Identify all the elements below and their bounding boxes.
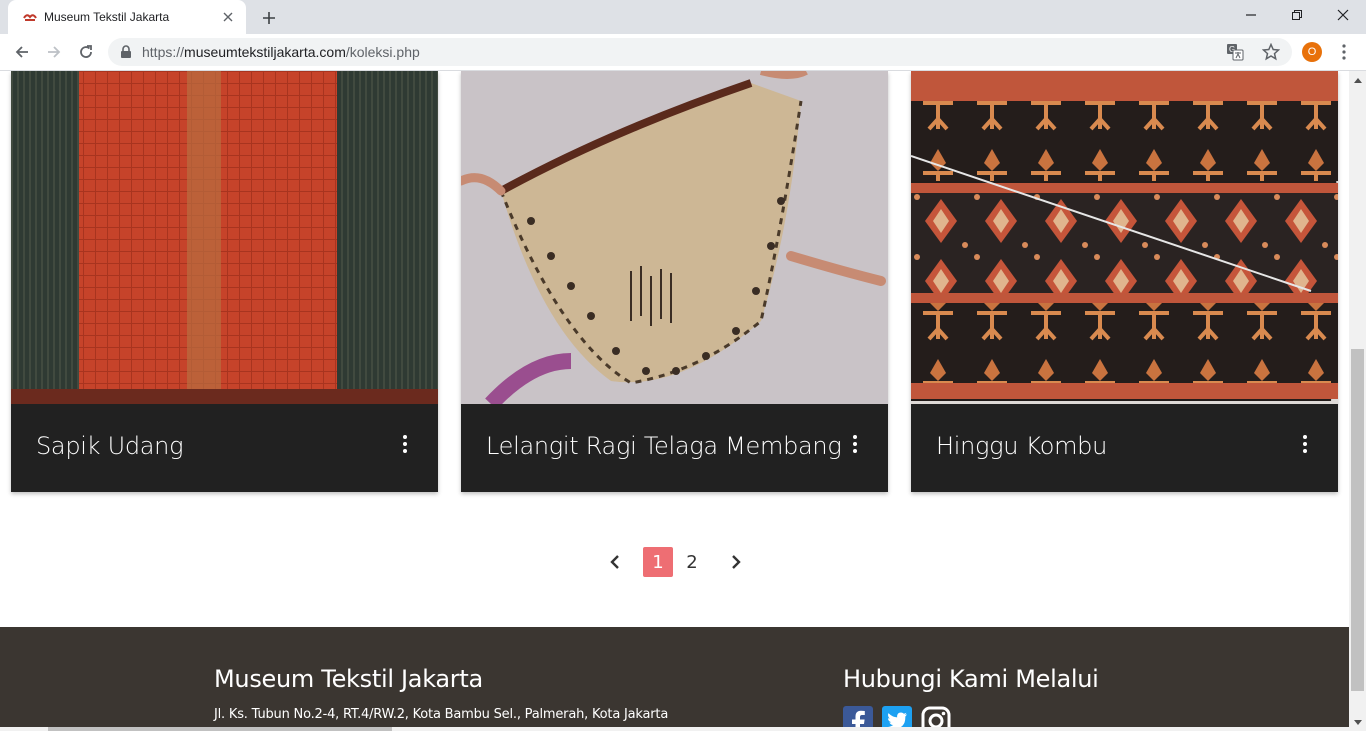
- page-viewport: Sapik Udang Lelangit Ragi Telaga Membang…: [0, 71, 1349, 731]
- textile-image[interactable]: [461, 71, 888, 404]
- contact-heading: Hubungi Kami Melalui: [843, 665, 1099, 693]
- chevron-left-icon[interactable]: [600, 547, 630, 577]
- bookmark-star-icon[interactable]: [1261, 42, 1281, 66]
- tab-title: Museum Tekstil Jakarta: [44, 10, 170, 24]
- collection-card[interactable]: Sapik Udang: [11, 71, 438, 492]
- chevron-right-icon[interactable]: [721, 547, 751, 577]
- url-text: https://museumtekstiljakarta.com/koleksi…: [142, 44, 420, 60]
- card-footer: Lelangit Ragi Telaga Membang: [461, 404, 888, 492]
- card-title[interactable]: Sapik Udang: [36, 432, 184, 460]
- new-tab-icon[interactable]: [258, 7, 280, 29]
- page-link-2[interactable]: 2: [677, 547, 707, 577]
- browser-toolbar: https://museumtekstiljakarta.com/koleksi…: [0, 34, 1366, 71]
- browser-tab[interactable]: Museum Tekstil Jakarta: [8, 0, 246, 34]
- site-favicon-icon: [22, 9, 38, 25]
- close-window-icon[interactable]: [1320, 0, 1366, 30]
- page-link-1[interactable]: 1: [643, 547, 673, 577]
- browser-menu-icon[interactable]: [1334, 40, 1354, 64]
- scroll-up-icon[interactable]: [1349, 71, 1366, 88]
- more-vert-icon[interactable]: [397, 432, 413, 456]
- scrollbar-thumb[interactable]: [1351, 349, 1364, 691]
- textile-image[interactable]: [911, 71, 1338, 404]
- textile-image[interactable]: [11, 71, 438, 404]
- horizontal-scrollbar-thumb[interactable]: [48, 727, 392, 731]
- lock-icon: [120, 45, 132, 64]
- card-footer: Sapik Udang: [11, 404, 438, 492]
- collection-card[interactable]: Lelangit Ragi Telaga Membang: [461, 71, 888, 492]
- horizontal-scrollbar[interactable]: [0, 727, 1366, 731]
- card-footer: Hinggu Kombu: [911, 404, 1338, 492]
- card-title[interactable]: Hinggu Kombu: [936, 432, 1107, 460]
- card-title[interactable]: Lelangit Ragi Telaga Membang: [486, 432, 842, 460]
- more-vert-icon[interactable]: [1297, 432, 1313, 456]
- restore-icon[interactable]: [1274, 0, 1320, 30]
- site-footer: Museum Tekstil Jakarta Jl. Ks. Tubun No.…: [0, 627, 1349, 731]
- profile-avatar[interactable]: O: [1302, 42, 1322, 62]
- footer-museum-name: Museum Tekstil Jakarta: [214, 665, 483, 693]
- tab-strip: Museum Tekstil Jakarta: [0, 0, 1366, 34]
- tab-close-icon[interactable]: [220, 9, 236, 25]
- minimize-icon[interactable]: [1228, 0, 1274, 30]
- pagination: 1 2: [600, 547, 751, 577]
- address-bar[interactable]: https://museumtekstiljakarta.com/koleksi…: [108, 38, 1292, 66]
- forward-icon[interactable]: [40, 38, 68, 66]
- translate-icon[interactable]: G: [1226, 43, 1244, 66]
- footer-address: Jl. Ks. Tubun No.2-4, RT.4/RW.2, Kota Ba…: [214, 707, 669, 722]
- collection-card[interactable]: Hinggu Kombu: [911, 71, 1338, 492]
- more-vert-icon[interactable]: [847, 432, 863, 456]
- vertical-scrollbar[interactable]: [1349, 71, 1366, 731]
- back-icon[interactable]: [8, 38, 36, 66]
- reload-icon[interactable]: [72, 38, 100, 66]
